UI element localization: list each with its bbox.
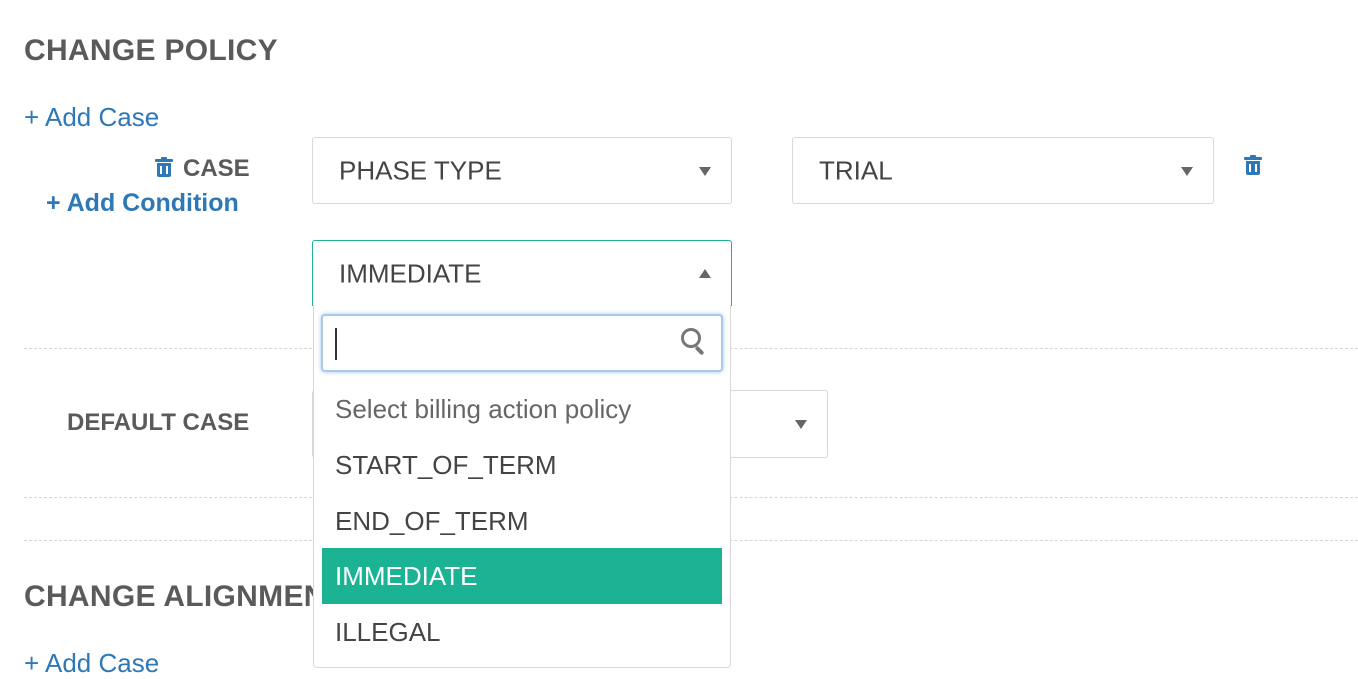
trash-icon: [155, 157, 173, 179]
change-alignment-title: CHANGE ALIGNMENT: [24, 580, 345, 613]
action-policy-value: IMMEDIATE: [339, 258, 482, 288]
dropdown-search[interactable]: [321, 314, 723, 372]
delete-case-button[interactable]: [155, 155, 177, 179]
default-case-label: DEFAULT CASE: [67, 409, 250, 436]
dropdown-search-input[interactable]: [331, 324, 675, 364]
chevron-down-icon: [795, 420, 807, 429]
delete-condition-button[interactable]: [1244, 153, 1266, 177]
condition-field-select[interactable]: PHASE TYPE: [312, 137, 732, 204]
condition-field-value: PHASE TYPE: [339, 155, 502, 185]
chevron-down-icon: [1181, 166, 1193, 176]
change-policy-title: CHANGE POLICY: [24, 34, 278, 67]
dropdown-option-immediate[interactable]: IMMEDIATE: [322, 548, 722, 604]
add-condition-link[interactable]: + Add Condition: [46, 189, 239, 218]
dropdown-option-illegal[interactable]: ILLEGAL: [322, 604, 722, 660]
dropdown-option-end-of-term[interactable]: END_OF_TERM: [322, 493, 722, 549]
chevron-down-icon: [699, 166, 711, 176]
search-icon: [681, 328, 707, 356]
dropdown-option-placeholder[interactable]: Select billing action policy: [322, 381, 722, 437]
dropdown-option-start-of-term[interactable]: START_OF_TERM: [322, 437, 722, 493]
trash-icon: [1244, 155, 1262, 177]
add-case-link[interactable]: + Add Case: [24, 648, 159, 679]
add-case-link[interactable]: + Add Case: [24, 102, 159, 133]
action-policy-dropdown: Select billing action policy START_OF_TE…: [313, 305, 731, 668]
chevron-up-icon: [699, 268, 711, 278]
condition-value-text: TRIAL: [819, 155, 893, 185]
action-policy-select[interactable]: IMMEDIATE: [312, 240, 732, 306]
condition-value-select[interactable]: TRIAL: [792, 137, 1214, 204]
case-label: CASE: [183, 155, 250, 182]
